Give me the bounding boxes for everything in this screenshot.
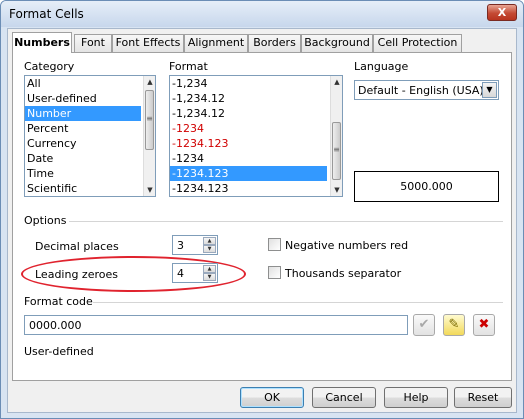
decimal-places-value: 3 (177, 239, 184, 252)
format-label: Format (169, 60, 208, 73)
scroll-up-icon[interactable]: ▲ (331, 76, 342, 88)
list-item[interactable]: Currency (25, 136, 155, 151)
ok-button[interactable]: OK (240, 387, 304, 408)
thousands-separator-label[interactable]: Thousands separator (285, 267, 401, 280)
list-item[interactable]: All (25, 76, 155, 91)
thousands-separator-checkbox[interactable] (268, 266, 281, 279)
format-description: User-defined (24, 345, 94, 358)
leading-zeroes-label: Leading zeroes (35, 268, 118, 281)
edit-comment-icon[interactable]: ✎ (443, 314, 465, 336)
list-item[interactable]: -1234.123 (170, 136, 342, 151)
tab-background[interactable]: Background (301, 34, 373, 52)
checkmark-icon[interactable]: ✔ (413, 314, 435, 336)
spin-up-icon[interactable]: ▲ (203, 265, 216, 273)
format-code-value: 0000.000 (29, 319, 82, 332)
numbers-panel: Category All User-defined Number Percent… (12, 52, 512, 381)
dialog-client-area: Numbers Font Font Effects Alignment Bord… (7, 28, 517, 413)
list-item[interactable]: -1234 (170, 151, 342, 166)
reset-button[interactable]: Reset (454, 387, 512, 408)
tab-font[interactable]: Font (74, 34, 112, 52)
language-value: Default - English (USA) (358, 84, 484, 97)
format-code-label: Format code (24, 295, 93, 308)
list-item[interactable]: Number (25, 106, 141, 121)
close-button[interactable]: X (487, 4, 517, 21)
tab-numbers[interactable]: Numbers (12, 32, 72, 53)
list-item[interactable]: Scientific (25, 181, 155, 196)
list-item[interactable]: -1,234.12 (170, 91, 342, 106)
delete-icon[interactable]: ✖ (473, 314, 495, 336)
scroll-thumb[interactable] (332, 122, 341, 180)
options-divider (69, 221, 503, 222)
list-item[interactable]: Time (25, 166, 155, 181)
category-list[interactable]: All User-defined Number Percent Currency… (24, 75, 156, 197)
cancel-button[interactable]: Cancel (312, 387, 376, 408)
format-code-divider (93, 302, 503, 303)
list-item[interactable]: -1234.123 (170, 166, 327, 181)
spin-buttons: ▲ ▼ (203, 237, 216, 253)
category-label: Category (24, 60, 75, 73)
format-list[interactable]: -1,234 -1,234.12 -1,234.12 -1234 -1234.1… (169, 75, 343, 197)
spin-down-icon[interactable]: ▼ (203, 245, 216, 253)
list-item[interactable]: -1234 (170, 121, 342, 136)
format-preview: 5000.000 (354, 171, 499, 202)
spin-buttons: ▲ ▼ (203, 265, 216, 281)
list-item[interactable]: -1,234.12 (170, 106, 342, 121)
decimal-places-label: Decimal places (35, 240, 119, 253)
category-scrollbar[interactable]: ▲ ▼ (143, 76, 155, 196)
format-code-input[interactable]: 0000.000 (24, 315, 408, 335)
window-title: Format Cells (9, 7, 84, 21)
list-item[interactable]: -1,234 (170, 76, 342, 91)
list-item[interactable]: -1234.123 (170, 181, 342, 196)
language-label: Language (354, 60, 409, 73)
scroll-up-icon[interactable]: ▲ (144, 76, 155, 88)
options-label: Options (24, 214, 67, 227)
title-bar[interactable]: Format Cells X (1, 1, 523, 27)
format-cells-dialog: Format Cells X Numbers Font Font Effects… (0, 0, 524, 419)
chevron-down-icon[interactable]: ▼ (482, 82, 497, 98)
tab-alignment[interactable]: Alignment (184, 34, 248, 52)
format-scrollbar[interactable]: ▲ ▼ (330, 76, 342, 196)
language-dropdown[interactable]: Default - English (USA) ▼ (354, 80, 499, 100)
scroll-thumb[interactable] (145, 90, 154, 150)
spin-up-icon[interactable]: ▲ (203, 237, 216, 245)
tab-borders[interactable]: Borders (248, 34, 301, 52)
negative-red-checkbox[interactable] (268, 238, 281, 251)
scroll-down-icon[interactable]: ▼ (144, 184, 155, 196)
leading-zeroes-spinner[interactable]: 4 ▲ ▼ (172, 263, 218, 283)
tab-cell-protection[interactable]: Cell Protection (373, 34, 462, 52)
decimal-places-spinner[interactable]: 3 ▲ ▼ (172, 235, 218, 255)
tab-font-effects[interactable]: Font Effects (112, 34, 184, 52)
scroll-down-icon[interactable]: ▼ (331, 184, 342, 196)
list-item[interactable]: Date (25, 151, 155, 166)
leading-zeroes-value: 4 (177, 267, 184, 280)
help-button[interactable]: Help (384, 387, 448, 408)
list-item[interactable]: Percent (25, 121, 155, 136)
negative-red-label[interactable]: Negative numbers red (285, 239, 408, 252)
spin-down-icon[interactable]: ▼ (203, 273, 216, 281)
list-item[interactable]: User-defined (25, 91, 155, 106)
